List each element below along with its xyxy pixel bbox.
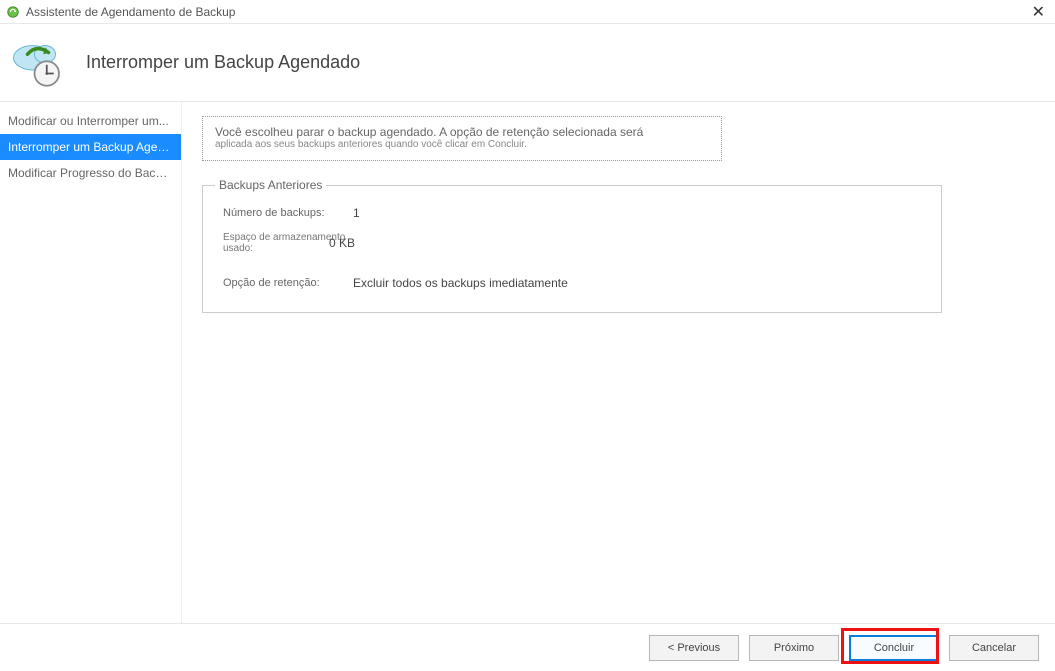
sidebar: Modificar ou Interromper um... Interromp… [0, 102, 182, 623]
footer: < Previous Próximo Concluir Cancelar [0, 623, 1055, 671]
next-button[interactable]: Próximo [749, 635, 839, 661]
num-backups-value: 1 [353, 206, 360, 220]
body: Modificar ou Interromper um... Interromp… [0, 102, 1055, 623]
sidebar-item-modify-stop[interactable]: Modificar ou Interromper um... [0, 108, 181, 134]
header: Interromper um Backup Agendado [0, 24, 1055, 102]
row-num-backups: Número de backups: 1 [223, 206, 921, 220]
info-box-line2: aplicada aos seus backups anteriores qua… [215, 139, 709, 150]
titlebar-left: Assistente de Agendamento de Backup [6, 5, 235, 19]
num-backups-label: Número de backups: [223, 207, 353, 219]
page-title: Interromper um Backup Agendado [86, 52, 360, 73]
fieldset-legend: Backups Anteriores [215, 178, 326, 192]
storage-value: 0 KB [329, 236, 355, 250]
titlebar: Assistente de Agendamento de Backup ✕ [0, 0, 1055, 24]
row-retention: Opção de retenção: Excluir todos os back… [223, 276, 921, 290]
retention-label: Opção de retenção: [223, 277, 353, 289]
sidebar-item-stop-scheduled[interactable]: Interromper um Backup Agendado [0, 134, 181, 160]
retention-value: Excluir todos os backups imediatamente [353, 276, 568, 290]
info-box-line1: Você escolheu parar o backup agendado. A… [215, 125, 709, 139]
backup-cloud-icon [10, 35, 66, 91]
sidebar-item-modify-progress[interactable]: Modificar Progresso do Backup [0, 160, 181, 186]
close-icon[interactable]: ✕ [1028, 2, 1049, 22]
info-box: Você escolheu parar o backup agendado. A… [202, 116, 722, 161]
previous-button[interactable]: < Previous [649, 635, 739, 661]
app-icon [6, 5, 20, 19]
window-title: Assistente de Agendamento de Backup [26, 5, 235, 19]
previous-backups-fieldset: Backups Anteriores Número de backups: 1 … [202, 185, 942, 313]
finish-button[interactable]: Concluir [849, 635, 939, 661]
content: Você escolheu parar o backup agendado. A… [182, 102, 1055, 623]
cancel-button[interactable]: Cancelar [949, 635, 1039, 661]
row-storage: Espaço de armazenamento usado: 0 KB [223, 232, 921, 254]
